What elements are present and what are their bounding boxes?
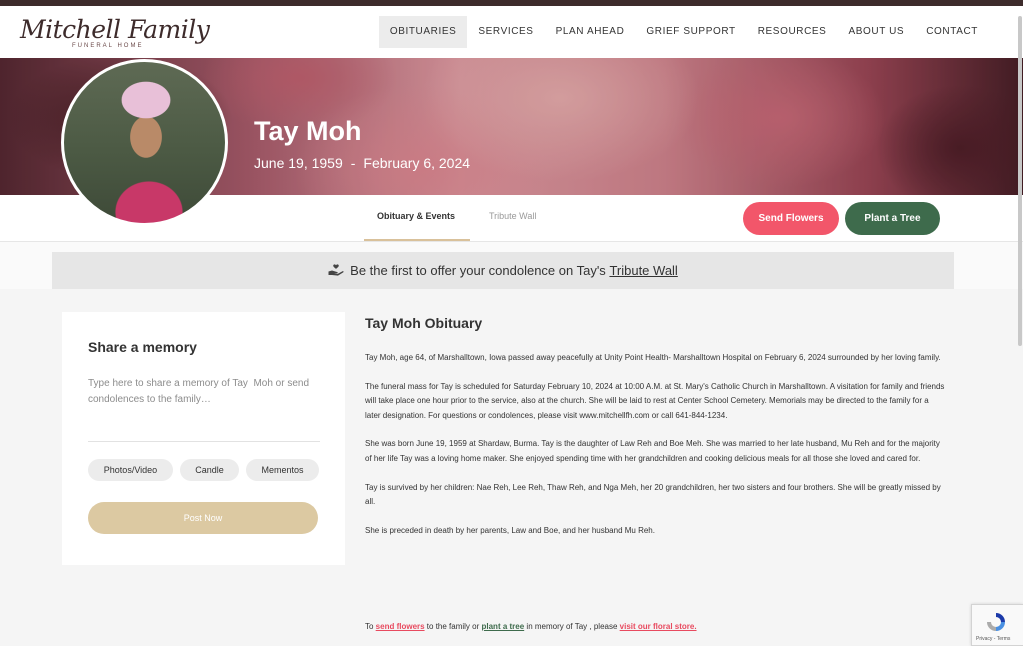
nav-grief-support[interactable]: GRIEF SUPPORT <box>635 16 746 48</box>
tab-obituary-events[interactable]: Obituary & Events <box>377 211 455 221</box>
plant-tree-link[interactable]: plant a tree <box>482 622 525 631</box>
brand-subtitle: FUNERAL HOME <box>72 43 144 49</box>
recaptcha-icon <box>987 613 1005 631</box>
send-flowers-button[interactable]: Send Flowers <box>743 202 839 235</box>
obituary-paragraph: Tay is survived by her children: Nae Reh… <box>365 482 941 507</box>
nav-plan-ahead[interactable]: PLAN AHEAD <box>545 16 636 48</box>
floral-store-prompt: To send flowers to the family or plant a… <box>365 622 697 631</box>
scrollbar-thumb[interactable] <box>1018 16 1022 346</box>
photos-video-button[interactable]: Photos/Video <box>88 459 173 481</box>
deceased-photo <box>61 59 228 226</box>
plant-tree-button[interactable]: Plant a Tree <box>845 202 940 235</box>
candle-button[interactable]: Candle <box>180 459 239 481</box>
brand-name: Mitchell Family <box>20 15 210 44</box>
recaptcha-badge[interactable]: Privacy - Terms <box>971 604 1023 646</box>
floral-store-link[interactable]: visit our floral store. <box>620 622 697 631</box>
death-date: February 6, 2024 <box>363 155 471 171</box>
nav-about-us[interactable]: ABOUT US <box>837 16 915 48</box>
obituary-content: Tay Moh Obituary Tay Moh, age 64, of Mar… <box>365 312 945 552</box>
date-separator: - <box>350 155 356 171</box>
birth-date: June 19, 1959 <box>254 155 343 171</box>
post-now-button[interactable]: Post Now <box>88 502 318 534</box>
site-header: Mitchell Family FUNERAL HOME OBITUARIES … <box>0 6 1023 58</box>
life-dates: June 19, 1959- February 6, 2024 <box>254 155 470 171</box>
mementos-button[interactable]: Mementos <box>246 459 319 481</box>
nav-contact[interactable]: CONTACT <box>915 16 989 48</box>
main-nav: OBITUARIES SERVICES PLAN AHEAD GRIEF SUP… <box>378 16 989 48</box>
deceased-name: Tay Moh <box>254 116 362 146</box>
tab-tribute-wall[interactable]: Tribute Wall <box>489 211 536 221</box>
obituary-title: Tay Moh Obituary <box>365 315 483 331</box>
active-tab-indicator <box>364 239 470 241</box>
condolence-text: Be the first to offer your condolence on… <box>350 263 606 278</box>
memory-input[interactable] <box>88 376 320 442</box>
nav-obituaries[interactable]: OBITUARIES <box>378 16 468 48</box>
prompt-text: To <box>365 622 376 631</box>
tribute-wall-link[interactable]: Tribute Wall <box>609 263 677 278</box>
obituary-paragraph: The funeral mass for Tay is scheduled fo… <box>365 381 945 420</box>
obituary-paragraph: She was born June 19, 1959 at Shardaw, B… <box>365 439 940 463</box>
recaptcha-privacy-terms[interactable]: Privacy - Terms <box>976 636 1010 642</box>
prompt-text: in memory of Tay , please <box>524 622 620 631</box>
send-flowers-link[interactable]: send flowers <box>376 622 425 631</box>
nav-resources[interactable]: RESOURCES <box>747 16 838 48</box>
obituary-paragraph: Tay Moh, age 64, of Marshalltown, Iowa p… <box>365 353 941 362</box>
nav-services[interactable]: SERVICES <box>467 16 544 48</box>
obituary-paragraph: She is preceded in death by her parents,… <box>365 525 655 535</box>
share-memory-card: Share a memory Photos/Video Candle Memen… <box>62 312 345 565</box>
hand-heart-icon <box>328 264 344 276</box>
prompt-text: to the family or <box>424 622 482 631</box>
brand-logo[interactable]: Mitchell Family FUNERAL HOME <box>20 15 210 54</box>
page-scrollbar[interactable] <box>1017 6 1023 646</box>
share-memory-title: Share a memory <box>88 339 197 355</box>
condolence-banner: Be the first to offer your condolence on… <box>52 252 954 289</box>
